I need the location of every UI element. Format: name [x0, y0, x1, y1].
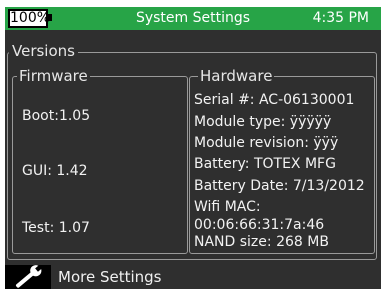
wifi-mac-address: 00:06:66:31:7a:46 [194, 217, 325, 233]
serial-number: Serial #: AC-06130001 [194, 92, 355, 108]
clock: 4:35 PM [312, 10, 369, 26]
versions-legend: Versions [9, 42, 78, 60]
hardware-legend: Hardware [198, 67, 275, 85]
wrench-icon [15, 264, 43, 288]
gui-version: GUI: 1.42 [22, 163, 88, 179]
module-revision: Module revision: ÿÿÿ [194, 135, 339, 151]
wrench-icon-button[interactable] [5, 264, 51, 289]
test-version: Test: 1.07 [22, 220, 90, 236]
battery-date: Battery Date: 7/13/2012 [194, 178, 365, 194]
device-screen: 100% System Settings 4:35 PM Versions Fi… [5, 7, 381, 289]
wifi-mac-label: Wifi MAC: [194, 199, 261, 215]
more-settings-label[interactable]: More Settings [58, 265, 161, 289]
more-settings-button[interactable]: More Settings [5, 264, 381, 289]
firmware-legend: Firmware [17, 67, 90, 85]
module-type: Module type: ÿÿÿÿÿ [194, 114, 332, 130]
nand-size: NAND size: 268 MB [194, 234, 329, 250]
status-bar: 100% System Settings 4:35 PM [5, 7, 381, 30]
battery-manufacturer: Battery: TOTEX MFG [194, 156, 336, 172]
boot-version: Boot:1.05 [22, 108, 91, 124]
